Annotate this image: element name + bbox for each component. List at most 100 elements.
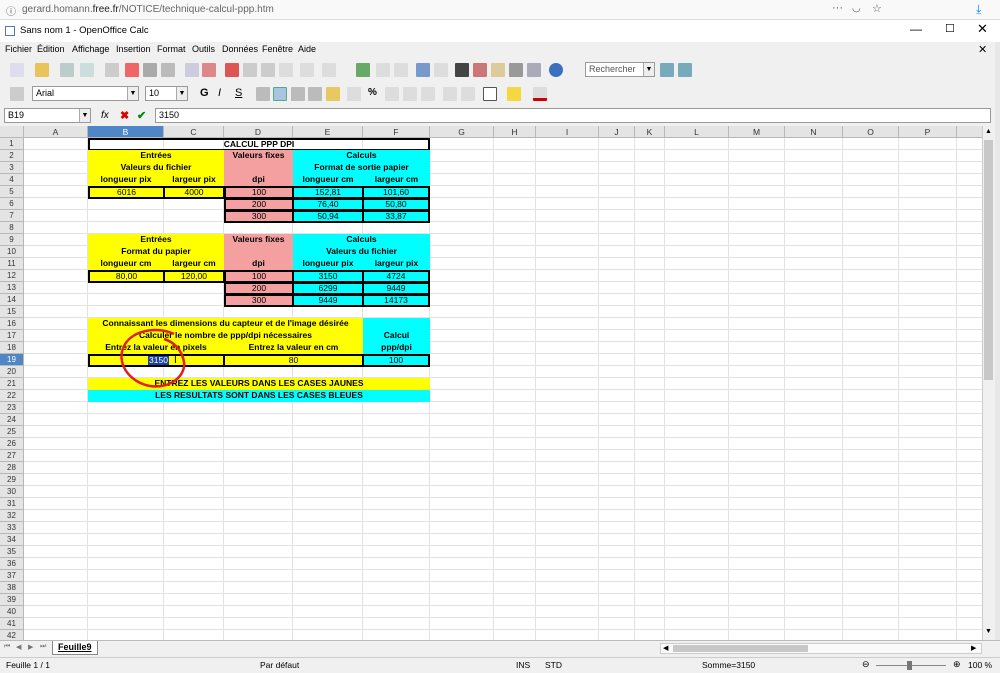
col-header-l[interactable]: L	[665, 126, 729, 138]
t1-largeur-header[interactable]: largeur pix	[164, 174, 224, 186]
find-next-icon[interactable]	[660, 63, 674, 77]
last-sheet-icon[interactable]: ⏭	[40, 643, 46, 651]
font-name-select[interactable]: Arial ▼	[32, 86, 139, 101]
horizontal-scrollbar[interactable]: ◀ ▶	[660, 643, 982, 654]
more-icon[interactable]: ···	[832, 2, 843, 14]
vertical-scrollbar[interactable]: ▲ ▼	[982, 126, 995, 640]
align-right-icon[interactable]	[291, 87, 305, 101]
row-header[interactable]: 4	[0, 174, 24, 186]
t2-longueur-header[interactable]: longueur cm	[88, 258, 164, 270]
col-header-o[interactable]: O	[843, 126, 899, 138]
navigator-icon[interactable]	[473, 63, 487, 77]
first-sheet-icon[interactable]: ⏮	[4, 643, 10, 651]
print-icon[interactable]	[143, 63, 157, 77]
col-header-b[interactable]: B	[88, 126, 164, 138]
t2-dpi-value[interactable]: 300	[224, 294, 294, 307]
select-all-corner[interactable]	[0, 126, 24, 138]
t3-calcul[interactable]: Calcul	[363, 330, 430, 342]
menu-fenetre[interactable]: Fenêtre	[262, 44, 293, 54]
row-header[interactable]: 36	[0, 558, 24, 570]
row-header[interactable]: 35	[0, 546, 24, 558]
pocket-icon[interactable]: ◡	[852, 3, 861, 14]
help-icon[interactable]	[549, 63, 563, 77]
bold-icon[interactable]: G	[200, 87, 209, 99]
t2-input-longueur[interactable]: 80,00	[88, 270, 165, 283]
menu-fichier[interactable]: Fichier	[5, 44, 32, 54]
t3-pppdpi[interactable]: ppp/dpi	[363, 342, 430, 354]
t2-largeur-pix-header[interactable]: largeur pix	[363, 258, 430, 270]
row-header[interactable]: 22	[0, 390, 24, 402]
col-header-d[interactable]: D	[224, 126, 293, 138]
maximize-icon[interactable]: ☐	[945, 22, 955, 35]
col-header-n[interactable]: N	[785, 126, 843, 138]
col-header-c[interactable]: C	[164, 126, 224, 138]
t1-input-longueur[interactable]: 6016	[88, 186, 165, 199]
row-header[interactable]: 11	[0, 258, 24, 270]
scroll-left-icon[interactable]: ◀	[663, 644, 668, 652]
row-header[interactable]: 38	[0, 582, 24, 594]
search-input[interactable]: Rechercher ▼	[585, 62, 655, 77]
zoom-slider-thumb[interactable]	[907, 661, 912, 670]
merge-cells-icon[interactable]	[326, 87, 340, 101]
chevron-down-icon[interactable]: ▼	[127, 87, 138, 100]
function-wizard-icon[interactable]: fx	[101, 110, 109, 121]
row-header[interactable]: 33	[0, 522, 24, 534]
add-decimal-icon[interactable]	[403, 87, 417, 101]
download-icon[interactable]: ⤓	[976, 2, 981, 17]
autospell-icon[interactable]	[202, 63, 216, 77]
menu-format[interactable]: Format	[157, 44, 186, 54]
col-header-j[interactable]: J	[599, 126, 635, 138]
minimize-icon[interactable]: —	[910, 22, 922, 36]
menu-outils[interactable]: Outils	[192, 44, 215, 54]
status-selection-mode[interactable]: STD	[545, 660, 562, 670]
col-header-e[interactable]: E	[293, 126, 363, 138]
name-box[interactable]: B19 ▼	[4, 108, 91, 123]
next-sheet-icon[interactable]: ▶	[28, 643, 33, 651]
justify-icon[interactable]	[308, 87, 322, 101]
col-header-g[interactable]: G	[430, 126, 494, 138]
url-text[interactable]: gerard.homann.free.fr/NOTICE/technique-c…	[22, 4, 274, 15]
row-header[interactable]: 1	[0, 138, 24, 150]
t1-dpi-value[interactable]: 300	[224, 210, 294, 223]
row-header[interactable]: 12	[0, 270, 24, 282]
chevron-down-icon[interactable]: ▼	[643, 63, 654, 76]
cancel-icon[interactable]: ✖	[120, 109, 129, 122]
menu-insertion[interactable]: Insertion	[116, 44, 151, 54]
menu-donnees[interactable]: Données	[222, 44, 258, 54]
formula-input[interactable]: 3150	[155, 108, 991, 123]
row-header[interactable]: 25	[0, 426, 24, 438]
open-icon[interactable]	[35, 63, 49, 77]
t3-result[interactable]: 100	[362, 354, 430, 367]
zoom-out-icon[interactable]: ⊖	[862, 659, 870, 670]
row-header[interactable]: 8	[0, 222, 24, 234]
row-header[interactable]: 17	[0, 330, 24, 342]
t1-longueur-header[interactable]: longueur pix	[88, 174, 164, 186]
col-header-p[interactable]: P	[899, 126, 957, 138]
cut-icon[interactable]	[225, 63, 239, 77]
t1-largeur-cm-header[interactable]: largeur cm	[363, 174, 430, 186]
save-icon[interactable]	[60, 63, 74, 77]
t2-dpi-header[interactable]: dpi	[224, 258, 293, 270]
h-scroll-thumb[interactable]	[673, 645, 808, 652]
spreadsheet-grid[interactable]: A B C D E F G H I J K L M N O P 12345678…	[0, 126, 982, 640]
chevron-down-icon[interactable]: ▼	[79, 109, 90, 122]
row-header[interactable]: 26	[0, 438, 24, 450]
row-header[interactable]: 20	[0, 366, 24, 378]
row-header[interactable]: 3	[0, 162, 24, 174]
row-header[interactable]: 34	[0, 534, 24, 546]
sort-asc-icon[interactable]	[376, 63, 390, 77]
row-header[interactable]: 6	[0, 198, 24, 210]
t1-format-sortie[interactable]: Format de sortie papier	[293, 162, 430, 174]
increase-indent-icon[interactable]	[461, 87, 475, 101]
accept-icon[interactable]: ✔	[137, 109, 146, 122]
pivot-icon[interactable]	[434, 63, 448, 77]
font-size-select[interactable]: 10 ▼	[145, 86, 188, 101]
row-header[interactable]: 18	[0, 342, 24, 354]
scroll-right-icon[interactable]: ▶	[971, 644, 976, 652]
close-document-icon[interactable]: ✕	[978, 43, 987, 56]
row-header[interactable]: 13	[0, 282, 24, 294]
decrease-indent-icon[interactable]	[443, 87, 457, 101]
row-header[interactable]: 24	[0, 414, 24, 426]
t1-dpi-header[interactable]: dpi	[224, 174, 293, 186]
align-center-icon[interactable]	[273, 87, 287, 101]
